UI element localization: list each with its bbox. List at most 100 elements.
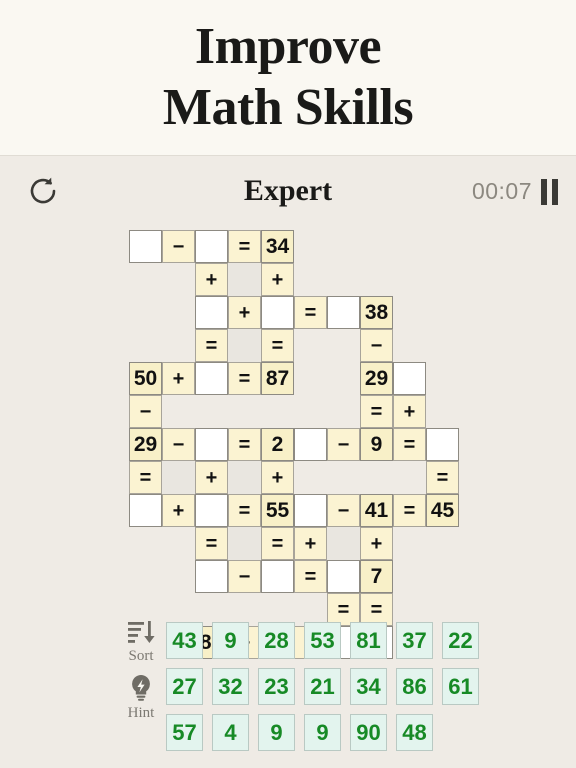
number-tile-row: 43 9 28 53 81 37 22 [166,622,479,659]
grid-cell-number: 7 [360,560,393,593]
grid-cell-operator: − [327,494,360,527]
grid-cell-empty-slot[interactable] [195,560,228,593]
app-root: Improve Math Skills Expert 00:07 − = 34 + + +… [0,0,576,768]
grid-cell-operator: = [195,329,228,362]
grid-cell-empty-slot[interactable] [294,494,327,527]
app-header: Improve Math Skills [0,0,576,156]
puzzle-grid[interactable]: − = 34 + + + = 38 = = −50 + = 87 29− = +29− = 2−9 = = + + = + = 55… [129,230,459,659]
grid-cell-operator: = [228,362,261,395]
number-tile-rows: 43 9 28 53 81 37 22 27 32 23 21 34 86 61 57 4 9 9 90 48 [166,622,479,760]
number-tile[interactable]: 21 [304,668,341,705]
hint-button[interactable]: Hint [118,673,164,722]
number-tile[interactable]: 22 [442,622,479,659]
grid-cell-number: 29 [129,428,162,461]
number-tile[interactable]: 37 [396,622,433,659]
tray-side-buttons: Sort Hint [118,618,164,730]
grid-cell-operator: = [195,527,228,560]
number-tile[interactable]: 32 [212,668,249,705]
grid-cell-number: 29 [360,362,393,395]
grid-cell-empty-slot[interactable] [327,296,360,329]
grid-cell-operator: = [129,461,162,494]
grid-cell-empty-slot[interactable] [195,230,228,263]
number-tile[interactable]: 28 [258,622,295,659]
grid-cell-spacer [162,461,195,494]
grid-cell-empty-slot[interactable] [294,428,327,461]
grid-cell-operator: = [294,560,327,593]
grid-cell-operator: + [294,527,327,560]
grid-cell-empty-slot[interactable] [426,428,459,461]
sort-icon [128,621,155,643]
number-tile[interactable]: 9 [304,714,341,751]
grid-cell-operator: − [129,395,162,428]
grid-cell-empty-slot[interactable] [327,560,360,593]
lightbulb-icon [132,675,150,701]
grid-cell-spacer [228,263,261,296]
number-tile[interactable]: 34 [350,668,387,705]
grid-cell-operator: = [261,329,294,362]
number-tile[interactable]: 61 [442,668,479,705]
number-tile[interactable]: 27 [166,668,203,705]
grid-cell-operator: = [228,494,261,527]
grid-cell-spacer [228,329,261,362]
grid-cell-operator: + [162,362,195,395]
grid-cell-operator: = [393,428,426,461]
grid-cell-empty-slot[interactable] [261,560,294,593]
grid-cell-number: 87 [261,362,294,395]
grid-cell-operator: = [294,296,327,329]
grid-cell-empty-slot[interactable] [129,494,162,527]
number-tray: Sort Hint 43 9 28 53 81 37 22 27 32 23 21 34 86 61 57 4… [0,612,576,768]
grid-cell-operator: + [195,263,228,296]
number-tile[interactable]: 43 [166,622,203,659]
grid-cell-operator: + [261,263,294,296]
pause-button[interactable] [541,178,558,205]
timer-text: 00:07 [471,178,532,204]
grid-cell-number: 41 [360,494,393,527]
number-tile[interactable]: 81 [350,622,387,659]
grid-cell-operator: + [360,527,393,560]
grid-cell-operator: + [228,296,261,329]
grid-cell-number: 55 [261,494,294,527]
grid-cell-spacer [228,461,261,494]
grid-cell-operator: − [228,560,261,593]
pause-bar-right [552,178,558,205]
grid-cell-spacer [327,527,360,560]
number-tile[interactable]: 9 [258,714,295,751]
grid-cell-number: 38 [360,296,393,329]
sort-button[interactable]: Sort [118,618,164,665]
grid-cell-operator: + [195,461,228,494]
grid-cell-operator: − [327,428,360,461]
grid-cell-empty-slot[interactable] [195,494,228,527]
timer-area: 00:07 [472,178,558,205]
grid-cell-operator: = [228,428,261,461]
grid-cell-empty-slot[interactable] [261,296,294,329]
number-tile[interactable]: 86 [396,668,433,705]
number-tile-row: 57 4 9 9 90 48 [166,714,479,751]
number-tile[interactable]: 90 [350,714,387,751]
grid-cell-spacer [228,527,261,560]
grid-cell-empty-slot[interactable] [393,362,426,395]
number-tile[interactable]: 23 [258,668,295,705]
grid-cell-empty-slot[interactable] [129,230,162,263]
grid-cell-operator: − [162,428,195,461]
grid-cell-empty-slot[interactable] [195,428,228,461]
grid-cell-operator: + [162,494,195,527]
grid-cell-operator: = [228,230,261,263]
number-tile[interactable]: 9 [212,622,249,659]
number-tile[interactable]: 53 [304,622,341,659]
grid-cell-empty-slot[interactable] [195,296,228,329]
number-tile[interactable]: 48 [396,714,433,751]
number-tile-row: 27 32 23 21 34 86 61 [166,668,479,705]
grid-cell-operator: = [426,461,459,494]
grid-cell-operator: − [360,329,393,362]
grid-cell-operator: + [393,395,426,428]
hint-label: Hint [127,705,155,721]
grid-cell-number: 50 [129,362,162,395]
number-tile[interactable]: 57 [166,714,203,751]
header-title-line1: Improve [194,17,382,75]
number-tile[interactable]: 4 [212,714,249,751]
grid-cell-empty-slot[interactable] [195,362,228,395]
sort-label: Sort [128,648,154,664]
grid-cell-operator: = [393,494,426,527]
grid-cell-number: 45 [426,494,459,527]
game-toolbar: Expert 00:07 [0,156,576,226]
